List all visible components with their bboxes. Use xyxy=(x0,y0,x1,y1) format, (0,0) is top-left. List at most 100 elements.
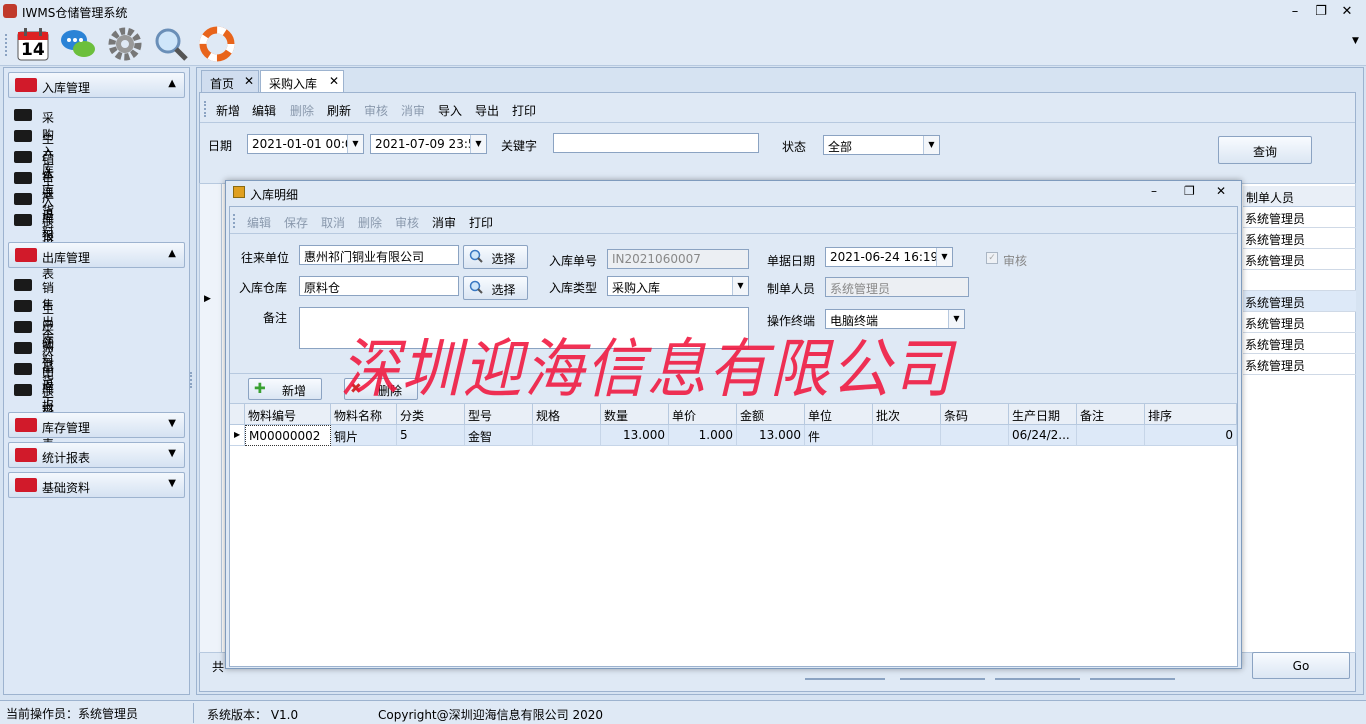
close-icon[interactable]: ✕ xyxy=(1216,184,1226,198)
lifebuoy-icon[interactable] xyxy=(199,26,235,62)
chevron-down-icon[interactable]: ▼ xyxy=(732,277,748,295)
search-icon[interactable] xyxy=(153,26,189,62)
toolbar-overflow-icon[interactable]: ▼ xyxy=(1352,36,1359,46)
refresh-button[interactable]: 刷新 xyxy=(327,102,351,119)
export-button[interactable]: 导出 xyxy=(475,102,499,119)
minimize-icon[interactable]: – xyxy=(1284,3,1306,21)
toolbar-grip xyxy=(204,101,206,117)
audit-checkbox[interactable]: ✓ xyxy=(986,252,998,264)
table-cell[interactable]: 1.000 xyxy=(669,425,737,446)
audit-button[interactable]: 审核 xyxy=(395,214,419,231)
print-button[interactable]: 打印 xyxy=(512,102,536,119)
table-cell[interactable] xyxy=(941,425,1009,446)
chevron-down-icon[interactable]: ▼ xyxy=(347,135,363,153)
table-cell[interactable] xyxy=(1077,425,1145,446)
restore-icon[interactable]: ❐ xyxy=(1310,3,1332,21)
table-cell[interactable]: M00000002 xyxy=(245,425,331,446)
date-from-picker[interactable]: 2021-01-01 00:0 ▼ xyxy=(247,134,364,154)
table-cell: 系统管理员 xyxy=(1243,207,1356,228)
partner-select-button[interactable]: 选择 xyxy=(463,245,528,269)
sidebar-group-label: 入库管理 xyxy=(42,81,91,95)
sidebar: 入库管理 ▲ 采购入库 生产入库 销售退货 生产退料 入库报表 退货报表 出库管… xyxy=(3,67,190,695)
table-cell[interactable]: 06/24/2... xyxy=(1009,425,1077,446)
dialog-toolbar: 编辑 保存 取消 删除 审核 消审 打印 xyxy=(230,207,1237,234)
table-cell[interactable]: 13.000 xyxy=(737,425,805,446)
main-toolbar: 14 ▼ xyxy=(0,24,1366,66)
chevron-down-icon[interactable]: ▼ xyxy=(470,135,486,153)
chat-icon[interactable] xyxy=(60,26,96,62)
maker-column-header[interactable]: 制单人员 xyxy=(1243,186,1356,207)
chevron-down-icon: ▼ xyxy=(168,478,176,489)
print-button[interactable]: 打印 xyxy=(469,214,493,231)
keyword-input[interactable] xyxy=(553,133,759,153)
close-icon[interactable]: ✕ xyxy=(1336,3,1358,21)
folder-open-icon xyxy=(14,300,32,312)
folder-icon xyxy=(15,448,37,462)
column-header[interactable]: 备注 xyxy=(1077,404,1145,425)
table-cell[interactable] xyxy=(873,425,941,446)
chevron-down-icon[interactable]: ▼ xyxy=(936,248,952,266)
new-button[interactable]: 新增 xyxy=(216,102,240,119)
unaudit-button[interactable]: 消审 xyxy=(432,214,456,231)
sidebar-group-inventory[interactable]: 库存管理 ▼ xyxy=(8,412,185,438)
maker-input[interactable]: 系统管理员 xyxy=(825,277,969,297)
column-header[interactable]: 物料编号 xyxy=(245,404,331,425)
sidebar-group-master-data[interactable]: 基础资料 ▼ xyxy=(8,472,185,498)
table-cell[interactable]: 金智 xyxy=(465,425,533,446)
table-cell[interactable] xyxy=(533,425,601,446)
table-cell[interactable]: 13.000 xyxy=(601,425,669,446)
status-select[interactable]: 全部 ▼ xyxy=(823,135,940,155)
table-cell: 系统管理员 xyxy=(1243,312,1356,333)
calendar-icon[interactable]: 14 xyxy=(15,26,51,62)
date-to-picker[interactable]: 2021-07-09 23:5 ▼ xyxy=(370,134,487,154)
partner-input[interactable]: 惠州祁门铜业有限公司 xyxy=(299,245,459,265)
chevron-down-icon[interactable]: ▼ xyxy=(923,136,939,154)
sidebar-group-statistics[interactable]: 统计报表 ▼ xyxy=(8,442,185,468)
folder-open-icon xyxy=(14,279,32,291)
close-icon[interactable]: ✕ xyxy=(329,74,339,88)
table-cell[interactable]: 件 xyxy=(805,425,873,446)
save-button[interactable]: 保存 xyxy=(284,214,308,231)
delete-button[interactable]: 删除 xyxy=(290,102,314,119)
warehouse-label: 入库仓库 xyxy=(239,281,288,295)
table-cell[interactable]: 铜片 xyxy=(331,425,397,446)
query-button[interactable]: 查询 xyxy=(1218,136,1312,164)
maximize-icon[interactable]: ❐ xyxy=(1184,184,1195,198)
minimize-icon[interactable]: – xyxy=(1151,184,1157,198)
cancel-button[interactable]: 取消 xyxy=(321,214,345,231)
sidebar-group-outbound[interactable]: 出库管理 ▲ xyxy=(8,242,185,268)
folder-open-icon xyxy=(14,321,32,333)
doc-date-picker[interactable]: 2021-06-24 16:19 ▼ xyxy=(825,247,953,267)
dialog-title: 入库明细 xyxy=(250,188,299,202)
audit-button[interactable]: 审核 xyxy=(364,102,388,119)
row-indicator-header xyxy=(230,404,245,425)
table-cell[interactable]: 5 xyxy=(397,425,465,446)
column-header[interactable]: 生产日期 xyxy=(1009,404,1077,425)
add-line-button[interactable]: ✚ 新增 xyxy=(248,378,322,400)
splitter-handle[interactable] xyxy=(190,372,194,388)
warehouse-input[interactable]: 原料仓 xyxy=(299,276,459,296)
delete-button[interactable]: 删除 xyxy=(358,214,382,231)
inbound-detail-dialog: 入库明细 – ❐ ✕ 编辑 保存 取消 删除 审核 消审 打印 往来单位 惠州祁… xyxy=(225,180,1242,669)
tab-home[interactable]: 首页 ✕ xyxy=(201,70,259,92)
tab-purchase-inbound[interactable]: 采购入库 ✕ xyxy=(260,70,344,92)
warehouse-select-button[interactable]: 选择 xyxy=(463,276,528,300)
doc-no-input[interactable]: IN2021060007 xyxy=(607,249,749,269)
folder-open-icon xyxy=(14,342,32,354)
sidebar-group-inbound[interactable]: 入库管理 ▲ xyxy=(8,72,185,98)
edit-button[interactable]: 编辑 xyxy=(252,102,276,119)
table-cell[interactable]: 0 xyxy=(1145,425,1237,446)
import-button[interactable]: 导入 xyxy=(438,102,462,119)
close-icon[interactable]: ✕ xyxy=(244,74,254,88)
add-line-label: 新增 xyxy=(281,384,306,398)
column-header[interactable]: 排序 xyxy=(1145,404,1237,425)
unaudit-button[interactable]: 消审 xyxy=(401,102,425,119)
copyright-status: Copyright@深圳迎海信息有限公司 2020 xyxy=(378,708,603,722)
doc-no-label: 入库单号 xyxy=(549,254,598,268)
gear-icon[interactable] xyxy=(107,26,143,62)
row-indicator-column xyxy=(200,184,222,652)
edit-button[interactable]: 编辑 xyxy=(247,214,271,231)
chevron-down-icon: ▼ xyxy=(168,418,176,429)
type-select[interactable]: 采购入库 ▼ xyxy=(607,276,749,296)
go-button[interactable]: Go xyxy=(1252,652,1350,679)
